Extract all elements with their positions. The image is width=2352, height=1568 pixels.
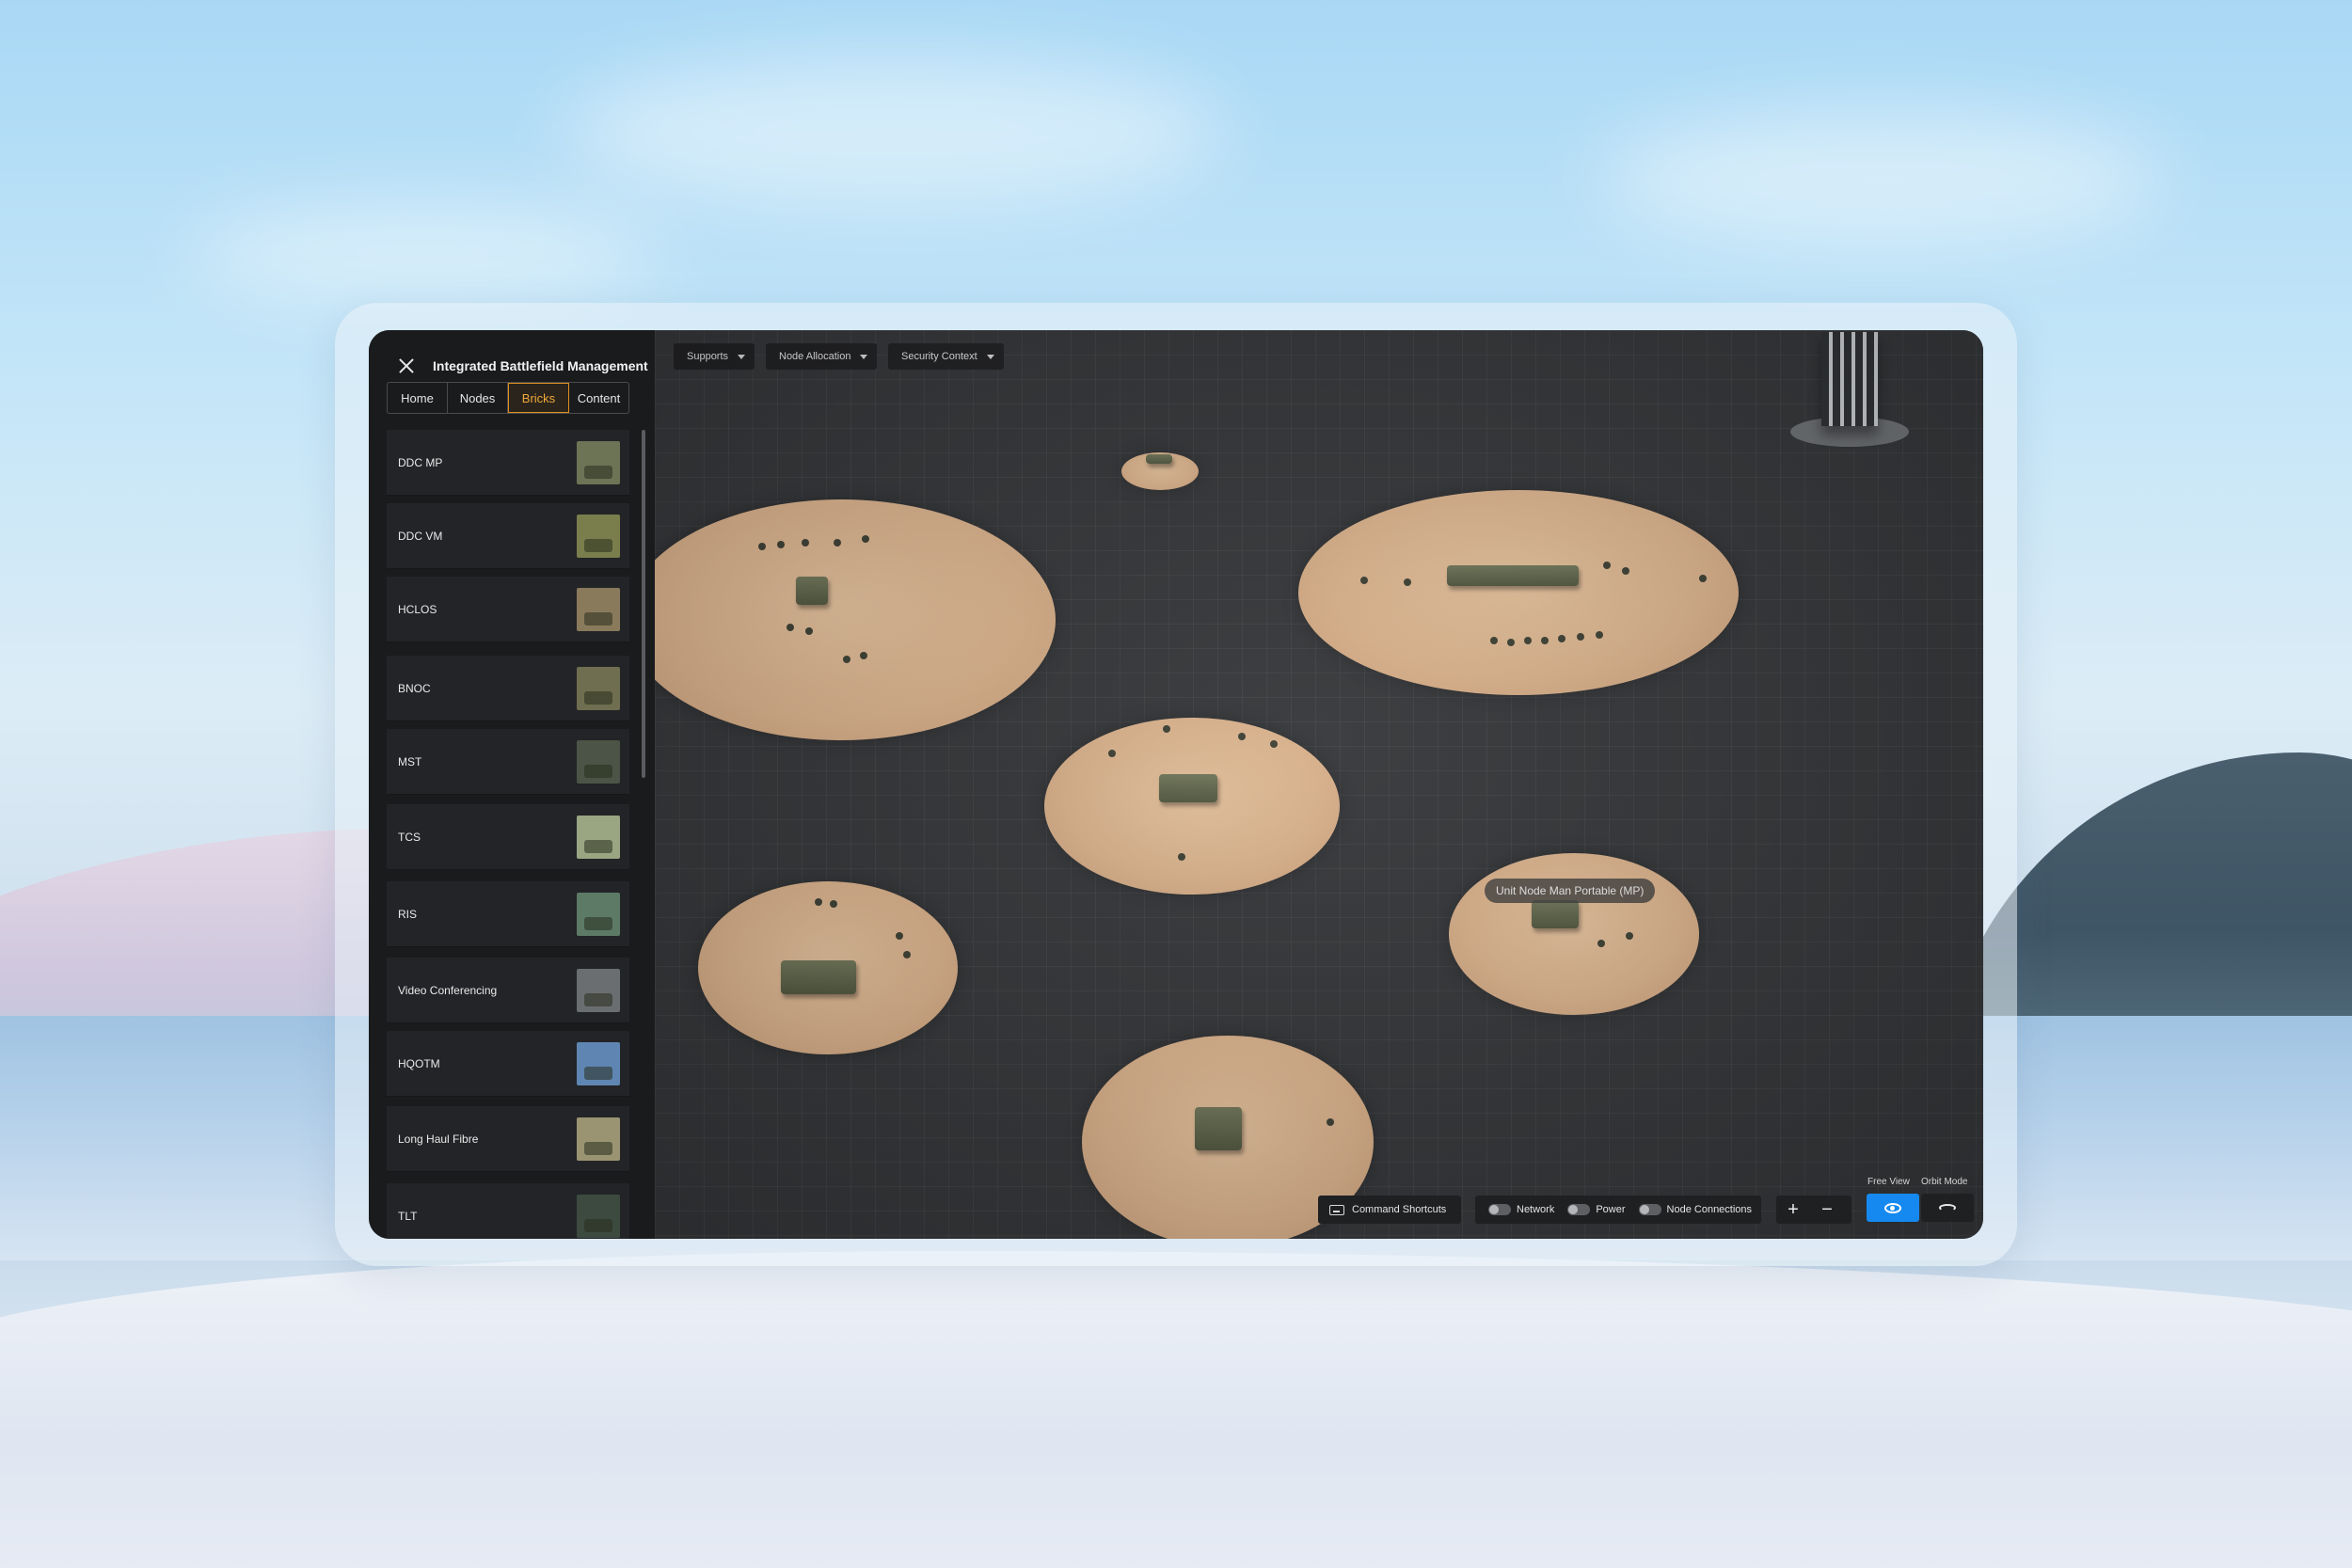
close-icon[interactable] <box>397 356 416 375</box>
node-connections-toggle-label: Node Connections <box>1666 1204 1753 1215</box>
building-tower[interactable] <box>1821 332 1878 426</box>
list-item-label: RIS <box>398 907 418 921</box>
keyboard-icon <box>1329 1204 1344 1215</box>
free-view-button[interactable] <box>1867 1194 1919 1222</box>
tab-bricks[interactable]: Bricks <box>508 383 569 413</box>
chevron-down-icon <box>860 355 868 359</box>
brick-thumbnail <box>577 587 620 631</box>
list-item[interactable]: DDC VM <box>387 503 629 569</box>
network-toggle[interactable] <box>1488 1204 1511 1215</box>
node-allocation-dropdown-label: Node Allocation <box>779 351 851 362</box>
node-disc[interactable] <box>1449 853 1699 1015</box>
node-disc[interactable] <box>655 499 1056 740</box>
brick-thumbnail <box>577 892 620 936</box>
supports-dropdown-label: Supports <box>687 351 729 362</box>
eye-icon <box>1884 1202 1901 1213</box>
tab-content[interactable]: Content <box>569 383 628 413</box>
list-item-label: HCLOS <box>398 602 437 616</box>
list-item-label: Video Conferencing <box>398 983 498 997</box>
brick-thumbnail <box>577 440 620 484</box>
vehicle-model <box>1146 454 1172 464</box>
brick-thumbnail <box>577 739 620 784</box>
app-title: Integrated Battlefield Management <box>433 358 648 373</box>
list-item[interactable]: TCS <box>387 804 629 870</box>
brick-thumbnail <box>577 815 620 859</box>
node-tooltip: Unit Node Man Portable (MP) <box>1485 879 1656 903</box>
app-window: Integrated Battlefield Management Home N… <box>369 330 1983 1239</box>
list-item-label: HQOTM <box>398 1056 440 1070</box>
list-item[interactable]: HQOTM <box>387 1031 629 1097</box>
list-item[interactable]: MST <box>387 729 629 795</box>
map-viewport[interactable]: Supports Node Allocation Security Contex… <box>655 330 1983 1239</box>
list-item-label: BNOC <box>398 681 431 695</box>
tent-model <box>1195 1107 1242 1150</box>
tent-model <box>1532 900 1579 928</box>
brick-thumbnail <box>577 1194 620 1238</box>
network-toggle-label: Network <box>1517 1204 1555 1215</box>
bricks-list: DDC MP DDC VM HCLOS BNOC MST TCS RIS Vid… <box>387 430 629 1239</box>
list-item-label: MST <box>398 754 422 768</box>
brick-thumbnail <box>577 968 620 1012</box>
command-shortcuts-button[interactable]: Command Shortcuts <box>1318 1196 1461 1224</box>
brick-thumbnail <box>577 514 620 558</box>
node-connections-toggle[interactable] <box>1638 1204 1661 1215</box>
security-context-dropdown[interactable]: Security Context <box>888 343 1004 370</box>
power-toggle[interactable] <box>1567 1204 1591 1215</box>
list-item-label: DDC VM <box>398 529 443 543</box>
list-item[interactable]: RIS <box>387 881 629 947</box>
security-context-dropdown-label: Security Context <box>901 351 977 362</box>
tab-bar: Home Nodes Bricks Content <box>387 382 629 414</box>
chevron-down-icon <box>986 355 994 359</box>
tab-nodes[interactable]: Nodes <box>448 383 508 413</box>
zoom-controls: + − <box>1776 1196 1851 1224</box>
chevron-down-icon <box>738 355 746 359</box>
zoom-out-button[interactable]: − <box>1810 1196 1844 1224</box>
brick-thumbnail <box>577 1117 620 1161</box>
list-item-label: Long Haul Fibre <box>398 1132 479 1146</box>
tent-model <box>796 577 828 605</box>
list-item[interactable]: TLT <box>387 1183 629 1239</box>
snowfield <box>0 1251 2352 1568</box>
free-view-label: Free View <box>1867 1177 1910 1187</box>
list-item-label: TLT <box>398 1209 418 1223</box>
orbit-mode-label: Orbit Mode <box>1921 1177 1968 1187</box>
list-item-label: TCS <box>398 830 421 844</box>
list-item[interactable]: Long Haul Fibre <box>387 1106 629 1172</box>
list-item[interactable]: BNOC <box>387 656 629 721</box>
node-disc[interactable] <box>1044 718 1340 895</box>
brick-thumbnail <box>577 1041 620 1085</box>
sidebar: Integrated Battlefield Management Home N… <box>369 330 655 1239</box>
node-allocation-dropdown[interactable]: Node Allocation <box>766 343 878 370</box>
orbit-mode-button[interactable] <box>1921 1194 1974 1222</box>
sidebar-scrollbar[interactable] <box>642 430 645 778</box>
tent-model <box>1447 565 1579 586</box>
list-item-label: DDC MP <box>398 455 443 469</box>
tab-home[interactable]: Home <box>388 383 448 413</box>
supports-dropdown[interactable]: Supports <box>674 343 755 370</box>
tent-model <box>1159 774 1217 802</box>
zoom-in-button[interactable]: + <box>1776 1196 1810 1224</box>
list-item[interactable]: Video Conferencing <box>387 958 629 1023</box>
command-shortcuts-label: Command Shortcuts <box>1352 1204 1447 1215</box>
orbit-icon <box>1939 1204 1956 1212</box>
power-toggle-label: Power <box>1596 1204 1626 1215</box>
list-item[interactable]: HCLOS <box>387 577 629 642</box>
tent-model <box>781 960 856 994</box>
list-item[interactable]: DDC MP <box>387 430 629 496</box>
node-disc[interactable] <box>1298 490 1739 695</box>
brick-thumbnail <box>577 666 620 710</box>
layer-toggles: Network Power Node Connections <box>1475 1196 1761 1224</box>
sidebar-header: Integrated Battlefield Management <box>397 349 648 383</box>
